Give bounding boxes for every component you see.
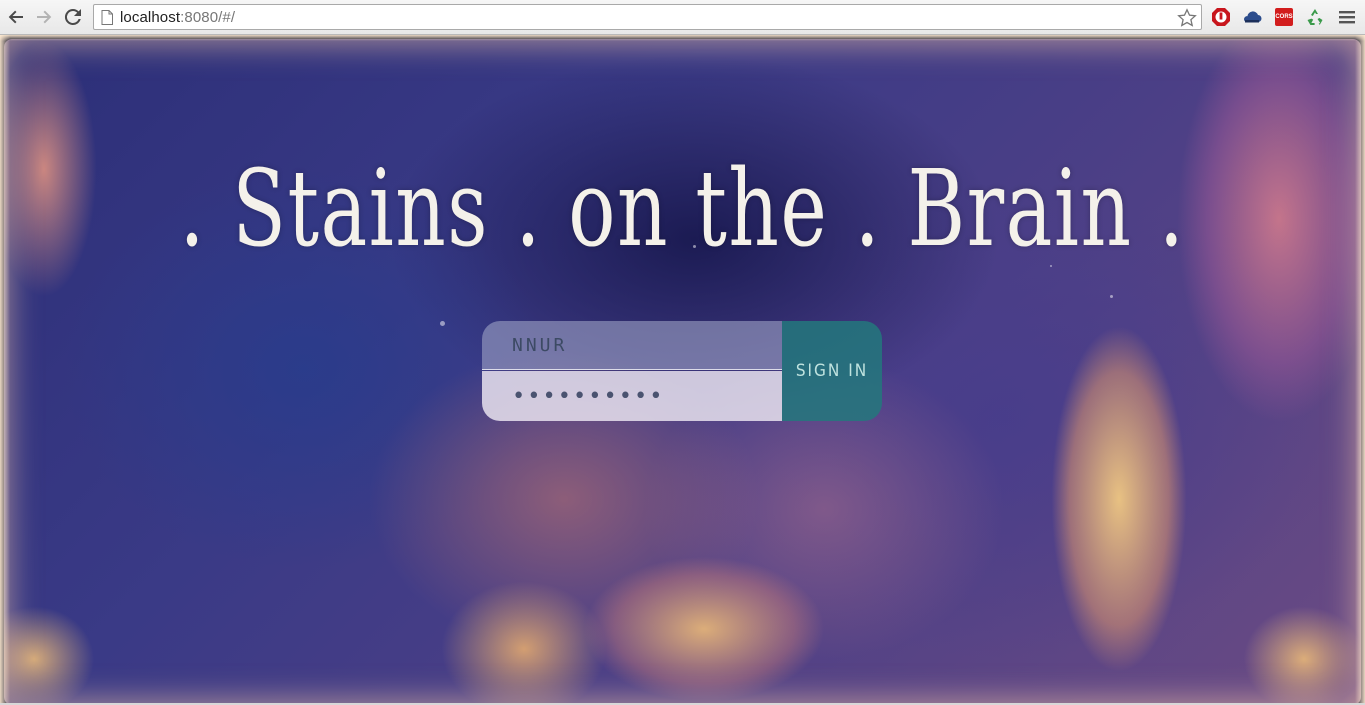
- speck: [440, 321, 445, 326]
- paper-edge-top: [0, 35, 1365, 41]
- cors-label: CORS: [1275, 8, 1293, 26]
- password-field[interactable]: ••••••••••: [482, 371, 782, 421]
- password-value: ••••••••••: [512, 383, 665, 409]
- adblock-icon[interactable]: [1211, 7, 1231, 27]
- browser-toolbar: localhost:8080/#/ CORS: [0, 0, 1365, 35]
- page-viewport: . Stains . on the . Brain . NNUR •••••••…: [0, 35, 1365, 705]
- hamburger-menu-icon[interactable]: [1337, 7, 1357, 27]
- username-field[interactable]: NNUR: [482, 321, 782, 370]
- recycle-icon[interactable]: [1305, 7, 1325, 27]
- paper-edge-right: [1355, 35, 1365, 705]
- star-icon[interactable]: [1177, 8, 1197, 32]
- page-icon: [101, 10, 113, 29]
- speck: [1110, 295, 1113, 298]
- url-text: localhost:8080/#/: [120, 9, 235, 26]
- sign-in-button[interactable]: SIGN IN: [782, 321, 882, 421]
- reload-icon[interactable]: [63, 7, 83, 27]
- address-bar[interactable]: localhost:8080/#/: [93, 4, 1202, 30]
- url-host: localhost: [120, 9, 181, 26]
- forward-arrow-icon[interactable]: [34, 7, 54, 27]
- back-arrow-icon[interactable]: [6, 7, 26, 27]
- url-path: :8080/#/: [180, 9, 236, 26]
- paper-edge-left: [0, 35, 10, 705]
- page-title: . Stains . on the . Brain .: [179, 147, 1186, 271]
- cors-icon[interactable]: CORS: [1274, 7, 1294, 27]
- username-value: NNUR: [512, 334, 568, 356]
- login-form: NNUR •••••••••• SIGN IN: [482, 321, 882, 421]
- cloud-icon[interactable]: [1242, 7, 1262, 27]
